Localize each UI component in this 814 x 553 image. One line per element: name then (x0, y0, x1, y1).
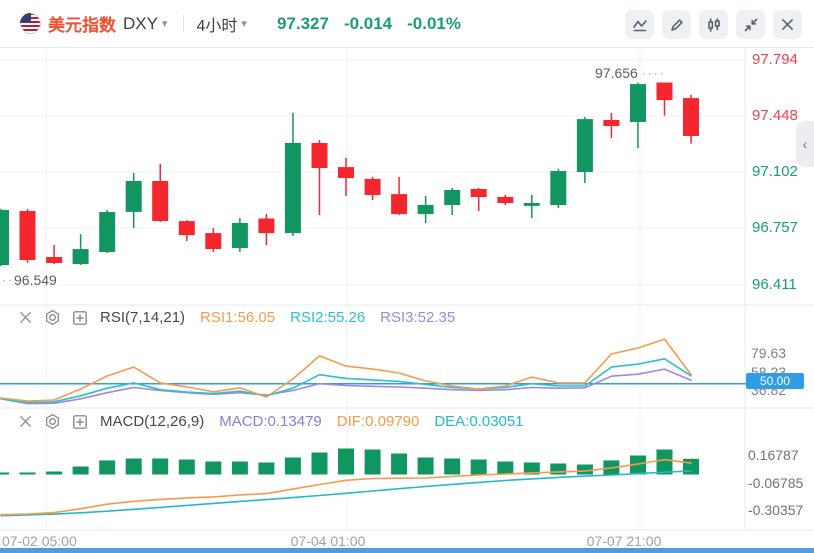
chart-header: 美元指数 DXY ▾ 4小时 ▾ 97.327 -0.014 -0.01% (0, 0, 814, 48)
candlestick-icon (706, 17, 722, 33)
quote-strip: 97.327 -0.014 -0.01% (277, 14, 461, 34)
pencil-icon (669, 17, 685, 33)
chart-window: 美元指数 DXY ▾ 4小时 ▾ 97.327 -0.014 -0.01% (0, 0, 814, 553)
rsi1-value: RSI1:56.05 (200, 309, 275, 326)
timeframe-dropdown[interactable]: 4小时 (197, 12, 238, 36)
macd-title: MACD(12,26,9) (100, 413, 204, 430)
draw-button[interactable] (662, 10, 691, 39)
header-toolbar (625, 10, 802, 39)
horizontal-scrollbar[interactable] (0, 548, 814, 553)
rsi3-value: RSI3:52.35 (380, 309, 455, 326)
settings-icon[interactable] (44, 309, 61, 326)
rsi-panel-header: RSI(7,14,21) RSI1:56.05 RSI2:55.26 RSI3:… (18, 309, 455, 326)
collapse-button[interactable] (736, 10, 765, 39)
macd-value: MACD:0.13479 (219, 413, 322, 430)
add-indicator-icon[interactable] (72, 414, 88, 430)
price-change: -0.014 (344, 14, 392, 34)
add-indicator-icon[interactable] (72, 310, 88, 326)
rsi2-value: RSI2:55.26 (290, 309, 365, 326)
dif-value: DIF:0.09790 (337, 413, 420, 430)
chevron-down-icon[interactable]: ▾ (241, 17, 247, 30)
collapse-arrows-icon (743, 17, 759, 33)
close-icon[interactable] (18, 310, 33, 325)
line-chart-button[interactable] (625, 10, 654, 39)
header-divider (183, 15, 184, 32)
dea-value: DEA:0.03051 (434, 413, 523, 430)
line-chart-icon (632, 17, 648, 33)
close-icon (780, 17, 795, 32)
close-icon[interactable] (18, 414, 33, 429)
chevron-down-icon[interactable]: ▾ (162, 17, 168, 30)
rsi-level-tag: 50.00 (746, 373, 804, 389)
us-flag-icon (20, 13, 41, 34)
symbol-name: 美元指数 (48, 11, 116, 36)
settings-icon[interactable] (44, 413, 61, 430)
symbol-ticker-dropdown[interactable]: DXY (123, 14, 158, 34)
last-price: 97.327 (277, 14, 329, 34)
candle-style-button[interactable] (699, 10, 728, 39)
chart-canvas[interactable] (0, 0, 814, 553)
macd-panel-header: MACD(12,26,9) MACD:0.13479 DIF:0.09790 D… (18, 413, 524, 430)
rsi-title: RSI(7,14,21) (100, 309, 185, 326)
axis-collapse-tab[interactable]: ‹ (796, 121, 814, 167)
price-change-percent: -0.01% (407, 14, 461, 34)
close-chart-button[interactable] (773, 10, 802, 39)
